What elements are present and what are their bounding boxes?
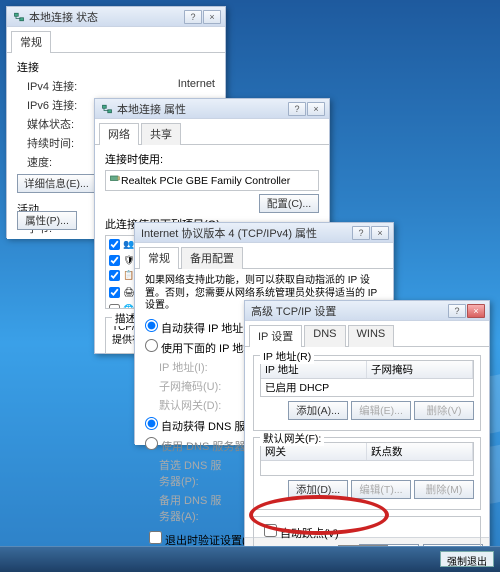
component-checkbox[interactable] [109,255,120,266]
radio-use-dns[interactable] [145,437,158,450]
validate-checkbox[interactable] [149,531,162,544]
tab-dns[interactable]: DNS [304,325,345,347]
dns2-label: 备用 DNS 服务器(A): [159,492,229,524]
gw-field-label: 默认网关(D): [159,397,229,413]
tab-general[interactable]: 常规 [11,31,51,53]
del-gw-button[interactable]: 删除(M) [414,480,474,499]
help-button[interactable]: ? [184,10,202,24]
taskbar[interactable]: 强制退出 [0,546,500,572]
window-advanced-tcpip: 高级 TCP/IP 设置 ? × IP 设置 DNS WINS IP 地址(R)… [244,300,490,556]
add-gw-button[interactable]: 添加(D)... [288,480,348,499]
tab-alt[interactable]: 备用配置 [181,247,243,269]
col-mask: 子网掩码 [367,361,473,378]
mask-field-label: 子网掩码(U): [159,378,229,394]
component-checkbox[interactable] [109,239,120,250]
media-label: 媒体状态: [27,116,74,132]
add-ip-button[interactable]: 添加(A)... [288,401,348,420]
network-icon [13,11,25,23]
title-properties: 本地连接 属性 [117,101,287,117]
title-status: 本地连接 状态 [29,9,183,25]
title-advanced: 高级 TCP/IP 设置 [251,303,447,319]
config-button[interactable]: 配置(C)... [259,194,319,213]
ip-field-label: IP 地址(I): [159,359,229,375]
tab-share[interactable]: 共享 [141,123,181,145]
ipv6-label: IPv6 连接: [27,97,77,113]
component-checkbox[interactable] [109,304,120,309]
tab-general[interactable]: 常规 [139,247,179,269]
close-button[interactable]: × [307,102,325,116]
radio-use-ip[interactable] [145,339,158,352]
help-button[interactable]: ? [448,304,466,318]
auto-metric-label: 自动跃点(V) [280,528,339,540]
close-button[interactable]: × [467,304,485,318]
tab-wins[interactable]: WINS [348,325,395,347]
adapter-icon [109,173,121,188]
speed-label: 速度: [27,154,52,170]
dns1-label: 首选 DNS 服务器(P): [159,457,229,489]
taskbar-button[interactable]: 强制退出 [440,551,494,567]
validate-label: 退出时验证设置(L) [165,535,255,547]
tab-ip-settings[interactable]: IP 设置 [249,325,302,347]
dhcp-row: 已启用 DHCP [261,379,473,396]
ip-group-label: IP 地址(R) [260,349,314,364]
ipv4-value: Internet [178,78,215,94]
auto-metric-checkbox[interactable] [264,524,277,537]
titlebar-ipv4[interactable]: Internet 协议版本 4 (TCP/IPv4) 属性 ? × [135,223,393,243]
details-button[interactable]: 详细信息(E)... [17,174,96,193]
radio-auto-ip[interactable] [145,319,158,332]
title-ipv4: Internet 协议版本 4 (TCP/IPv4) 属性 [141,225,351,241]
close-button[interactable]: × [371,226,389,240]
edit-ip-button[interactable]: 编辑(E)... [351,401,411,420]
component-checkbox[interactable] [109,270,120,281]
component-checkbox[interactable] [109,287,120,298]
properties-button[interactable]: 属性(P)... [17,211,77,230]
tab-network[interactable]: 网络 [99,123,139,145]
ipv4-label: IPv4 连接: [27,78,77,94]
edit-gw-button[interactable]: 编辑(T)... [351,480,411,499]
duration-label: 持续时间: [27,135,74,151]
connect-using-label: 连接时使用: [105,151,319,167]
connection-header: 连接 [17,59,215,75]
titlebar-advanced[interactable]: 高级 TCP/IP 设置 ? × [245,301,489,321]
gw-group-label: 默认网关(F): [260,431,324,446]
network-icon [101,103,113,115]
titlebar-properties[interactable]: 本地连接 属性 ? × [95,99,329,119]
del-ip-button[interactable]: 删除(V) [414,401,474,420]
radio-auto-dns[interactable] [145,417,158,430]
close-button[interactable]: × [203,10,221,24]
gateway-list[interactable] [261,461,473,475]
col-metric: 跃点数 [367,443,473,460]
help-button[interactable]: ? [288,102,306,116]
help-button[interactable]: ? [352,226,370,240]
titlebar-status[interactable]: 本地连接 状态 ? × [7,7,225,27]
adapter-name: Realtek PCIe GBE Family Controller [121,175,290,187]
